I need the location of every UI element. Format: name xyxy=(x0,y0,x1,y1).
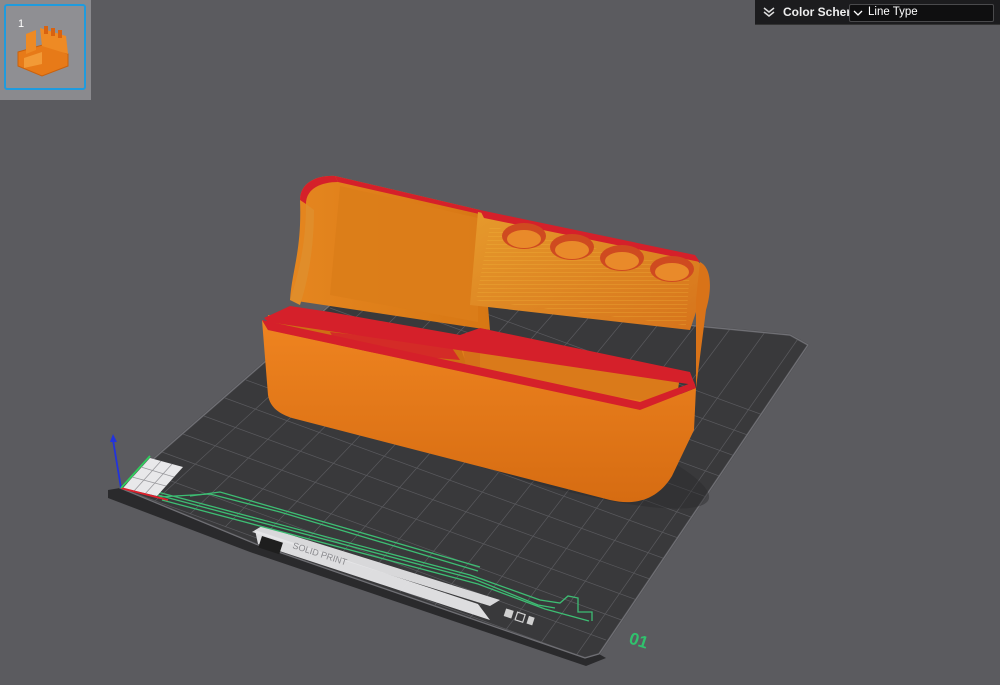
color-scheme-dropdown[interactable]: Line Type xyxy=(849,4,994,22)
object-number: 1 xyxy=(18,18,25,30)
chevron-down-icon xyxy=(853,10,863,16)
z-axis xyxy=(112,439,122,489)
object-list-panel: 1 xyxy=(0,0,91,100)
color-scheme-value: Line Type xyxy=(868,6,918,18)
color-scheme-panel: Color Scheme Line Type xyxy=(755,0,1000,25)
object-thumbnail-1[interactable]: 1 xyxy=(4,4,86,90)
plate-number: 01 xyxy=(627,629,651,653)
double-chevron-icon[interactable] xyxy=(761,4,777,20)
3d-viewport[interactable]: SOLID PRINT 01 xyxy=(0,0,1000,685)
